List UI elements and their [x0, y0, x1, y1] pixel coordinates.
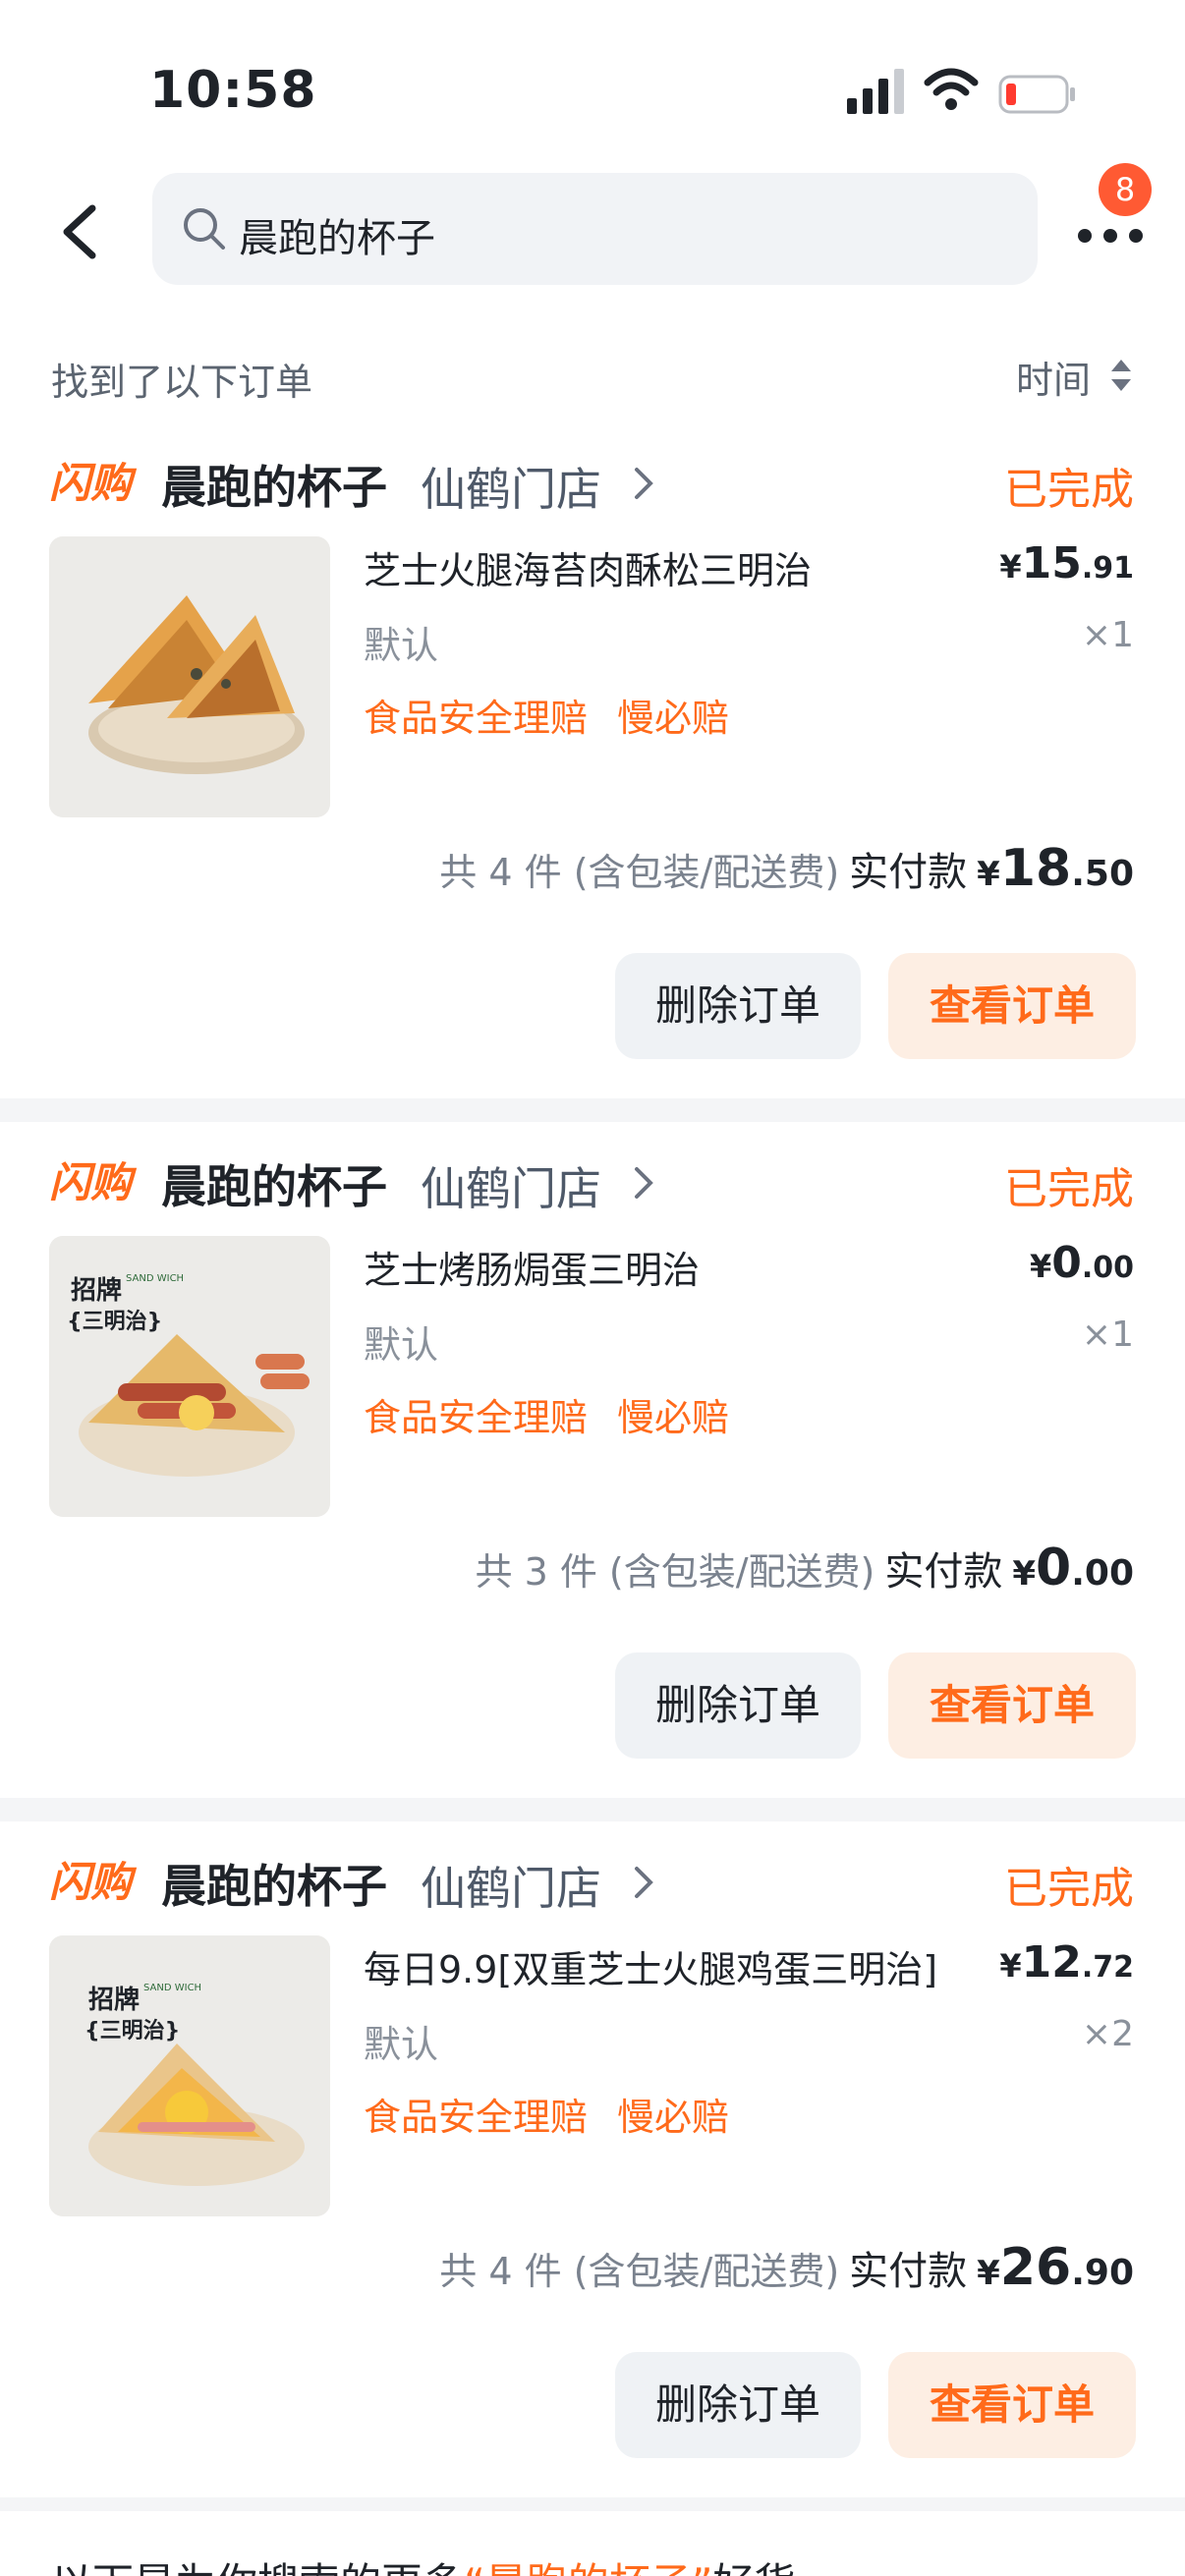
- view-order-button[interactable]: 查看订单: [888, 2352, 1136, 2458]
- order-card[interactable]: 闪购 晨跑的杯子 仙鹤门店 已完成 招牌 {三明治} SAND WICH 芝士烤…: [0, 1122, 1185, 1798]
- notification-badge: 8: [1099, 163, 1152, 216]
- svg-text:SAND WICH: SAND WICH: [126, 1273, 184, 1284]
- product-spec: 默认: [364, 624, 439, 667]
- order-summary: 共 3 件 (含包装/配送费) 实付款 ¥0.00: [475, 1539, 1134, 1597]
- search-query: 晨跑的杯子: [239, 216, 435, 261]
- chevron-right-icon[interactable]: [629, 1865, 656, 1900]
- delete-order-button[interactable]: 删除订单: [615, 953, 861, 1059]
- store-branch[interactable]: 仙鹤门店: [421, 454, 601, 519]
- svg-text:招牌: 招牌: [88, 1985, 140, 2015]
- order-status: 已完成: [1004, 1164, 1134, 1214]
- store-name[interactable]: 晨跑的杯子: [161, 1151, 387, 1216]
- order-status: 已完成: [1004, 465, 1134, 515]
- order-status: 已完成: [1004, 1864, 1134, 1914]
- sandwich-image-icon: 招牌 {三明治} SAND WICH: [49, 1236, 330, 1517]
- shangou-logo-icon: 闪购: [49, 1158, 138, 1206]
- sandwich-image-icon: 招牌 {三明治} SAND WICH: [49, 1935, 330, 2216]
- status-bar: 10:58: [0, 0, 1185, 167]
- product-quantity: ×2: [1081, 2014, 1134, 2054]
- header: 晨跑的杯子 8: [0, 163, 1185, 314]
- sort-icon[interactable]: [1108, 354, 1134, 397]
- signal-icon: [847, 69, 904, 114]
- svg-text:闪购: 闪购: [49, 459, 138, 507]
- more-goods-section: 以下是为你搜索的更多“晨跑的杯子”好货: [0, 2511, 1185, 2576]
- shangou-logo-icon: 闪购: [49, 459, 138, 507]
- product-name: 每日9.9[双重芝士火腿鸡蛋三明治]: [364, 1948, 938, 1991]
- product-spec: 默认: [364, 1323, 439, 1367]
- product-price: ¥15.91: [999, 538, 1134, 588]
- store-branch[interactable]: 仙鹤门店: [421, 1153, 601, 1218]
- view-order-button[interactable]: 查看订单: [888, 953, 1136, 1059]
- svg-text:{三明治}: {三明治}: [67, 1309, 162, 1334]
- chevron-right-icon[interactable]: [629, 1165, 656, 1201]
- svg-text:闪购: 闪购: [49, 1858, 138, 1906]
- delete-order-button[interactable]: 删除订单: [615, 2352, 861, 2458]
- food-safety-tag: 食品安全理赔: [364, 697, 589, 740]
- product-name: 芝士烤肠焗蛋三明治: [364, 1249, 701, 1292]
- sandwich-image-icon: [49, 536, 330, 817]
- battery-icon: [998, 75, 1075, 114]
- order-summary: 共 4 件 (含包装/配送费) 实付款 ¥18.50: [439, 839, 1134, 898]
- late-compensation-tag: 慢必赔: [617, 2096, 730, 2139]
- store-branch[interactable]: 仙鹤门店: [421, 1853, 601, 1918]
- back-arrow-icon[interactable]: [53, 200, 112, 263]
- svg-text:招牌: 招牌: [71, 1275, 122, 1306]
- found-orders-label: 找到了以下订单: [51, 361, 313, 404]
- svg-text:闪购: 闪购: [49, 1158, 138, 1206]
- sort-by-time-button[interactable]: 时间: [1016, 350, 1091, 404]
- more-icon[interactable]: [1071, 206, 1150, 265]
- store-name[interactable]: 晨跑的杯子: [161, 452, 387, 517]
- results-header: 找到了以下订单 时间: [0, 314, 1185, 422]
- product-image[interactable]: 招牌 {三明治} SAND WICH: [49, 1935, 330, 2216]
- svg-text:{三明治}: {三明治}: [85, 2018, 180, 2044]
- late-compensation-tag: 慢必赔: [617, 697, 730, 740]
- product-price: ¥12.72: [999, 1937, 1134, 1988]
- order-summary: 共 4 件 (含包装/配送费) 实付款 ¥26.90: [439, 2238, 1134, 2297]
- more-goods-heading: 以下是为你搜索的更多“晨跑的杯子”好货: [51, 2550, 796, 2576]
- order-card[interactable]: 闪购 晨跑的杯子 仙鹤门店 已完成 招牌 {三明治} SAND WICH 每日9…: [0, 1821, 1185, 2497]
- wifi-icon: [924, 68, 979, 110]
- product-spec: 默认: [364, 2023, 439, 2066]
- chevron-right-icon[interactable]: [629, 466, 656, 501]
- search-icon: [184, 208, 225, 250]
- shangou-logo-icon: 闪购: [49, 1858, 138, 1906]
- status-time: 10:58: [149, 61, 317, 120]
- delete-order-button[interactable]: 删除订单: [615, 1652, 861, 1759]
- store-name[interactable]: 晨跑的杯子: [161, 1851, 387, 1916]
- product-price: ¥0.00: [1029, 1238, 1134, 1288]
- product-name: 芝士火腿海苔肉酥松三明治: [364, 549, 813, 592]
- product-image[interactable]: 招牌 {三明治} SAND WICH: [49, 1236, 330, 1517]
- late-compensation-tag: 慢必赔: [617, 1396, 730, 1439]
- order-card[interactable]: 闪购 晨跑的杯子 仙鹤门店 已完成 芝士火腿海苔肉酥松三明治 ¥15.91 默认…: [0, 422, 1185, 1098]
- food-safety-tag: 食品安全理赔: [364, 2096, 589, 2139]
- search-bar[interactable]: 晨跑的杯子: [152, 173, 1038, 285]
- view-order-button[interactable]: 查看订单: [888, 1652, 1136, 1759]
- food-safety-tag: 食品安全理赔: [364, 1396, 589, 1439]
- product-quantity: ×1: [1081, 1315, 1134, 1355]
- product-image[interactable]: [49, 536, 330, 817]
- product-quantity: ×1: [1081, 615, 1134, 655]
- svg-text:SAND WICH: SAND WICH: [143, 1983, 201, 1993]
